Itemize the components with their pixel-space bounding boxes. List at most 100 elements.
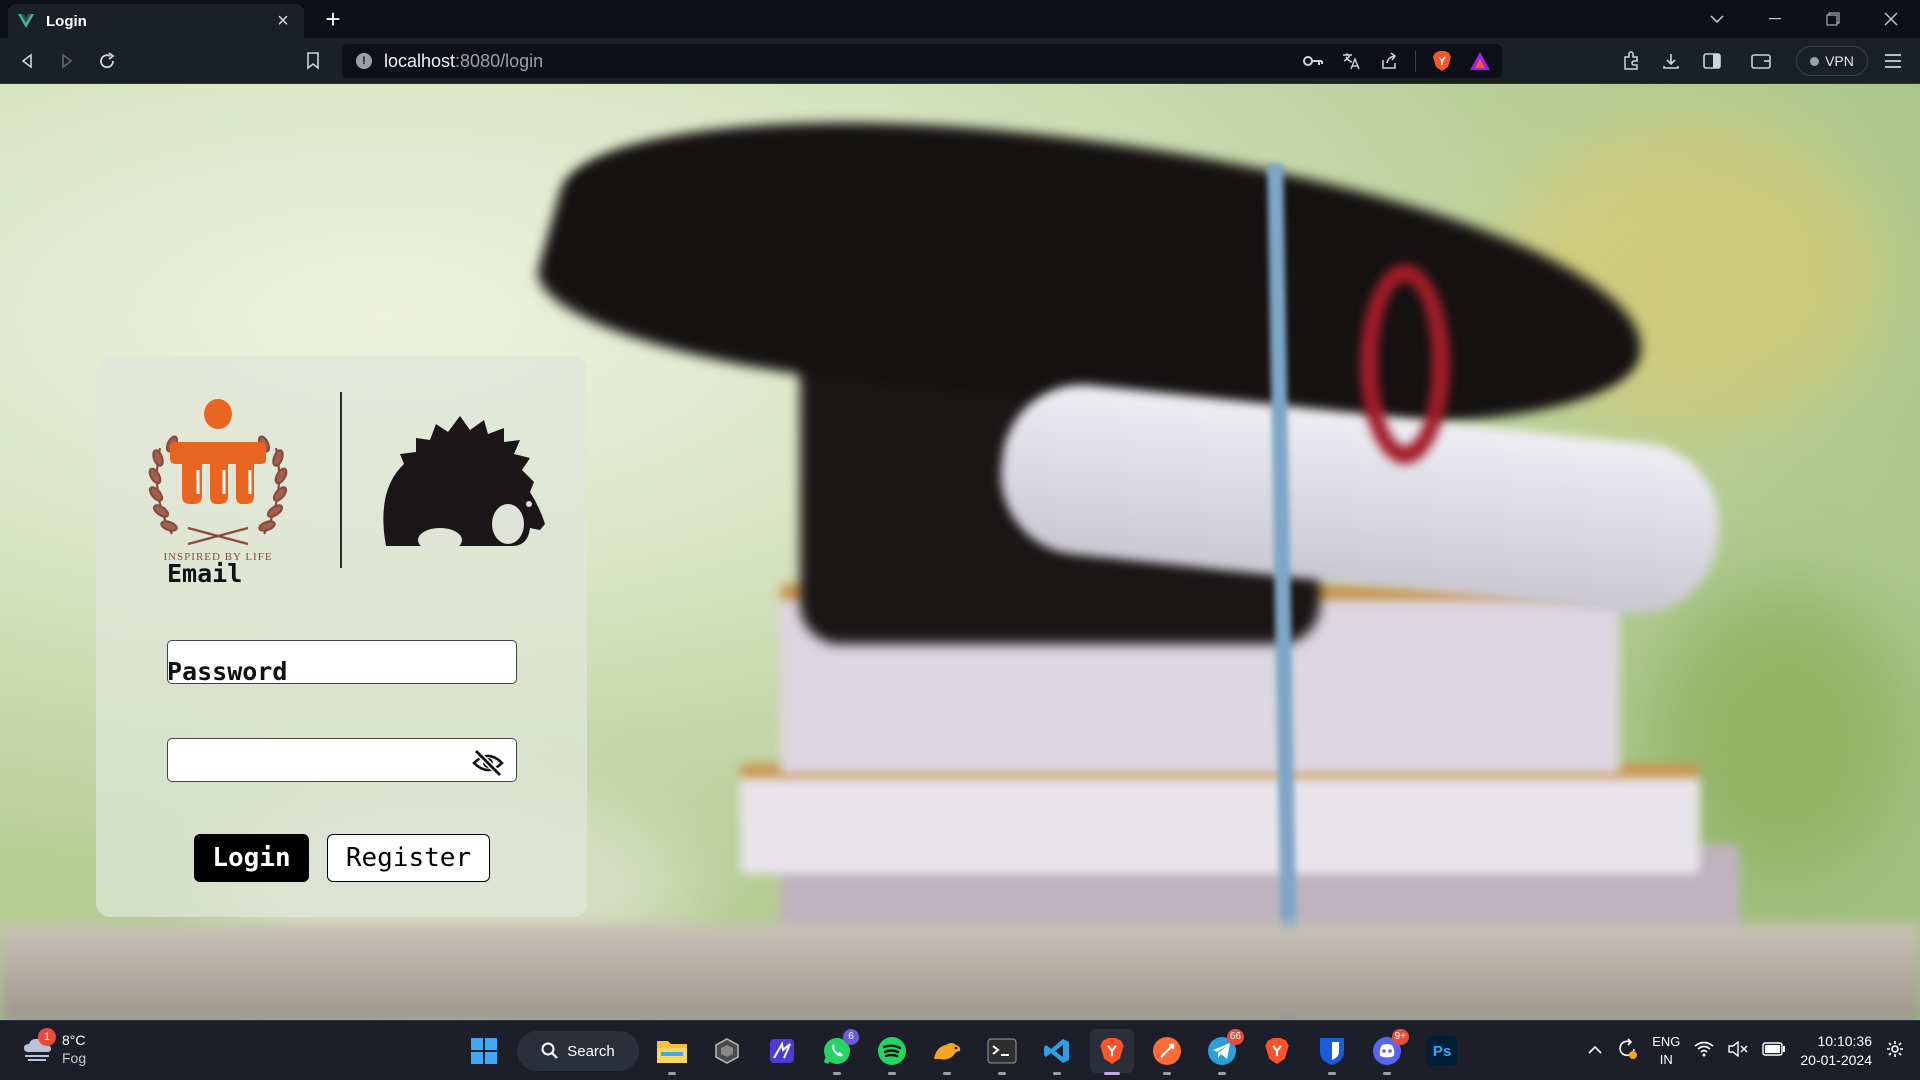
weather-desc: Fog <box>62 1050 87 1066</box>
tab-close-icon[interactable]: × <box>272 10 294 33</box>
weasel-icon[interactable] <box>925 1029 969 1075</box>
password-label: Password <box>167 657 288 686</box>
whatsapp-badge: 6 <box>843 1029 859 1045</box>
vscode-icon[interactable] <box>1035 1029 1079 1075</box>
windows-start-icon[interactable] <box>462 1029 506 1073</box>
search-icon <box>541 1042 559 1059</box>
brave-beta-icon[interactable] <box>1255 1029 1299 1073</box>
toolbar-divider <box>1415 50 1416 72</box>
photoshop-icon[interactable]: Ps <box>1420 1029 1464 1073</box>
download-icon[interactable] <box>1656 46 1686 76</box>
login-page: INSPIRED BY LIFE Email Password Login Re… <box>0 84 1920 1020</box>
vpn-status-dot <box>1810 56 1820 66</box>
running-indicator <box>1218 1072 1226 1075</box>
hedgehog-logo <box>383 416 545 546</box>
brave-rewards-icon[interactable] <box>1468 49 1492 73</box>
key-icon[interactable] <box>1301 49 1325 73</box>
site-info-icon[interactable]: ! <box>356 53 372 69</box>
language-indicator[interactable]: ENG IN <box>1652 1033 1680 1069</box>
new-tab-button[interactable]: + <box>318 4 348 34</box>
whatsapp-icon[interactable]: 6 <box>815 1029 859 1075</box>
wallet-icon[interactable] <box>1746 46 1776 76</box>
photoshop-label: Ps <box>1427 1036 1457 1066</box>
windows-taskbar: 1 8°C Fog Search 6 66 9+ Ps ENG IN 10:10… <box>0 1020 1920 1080</box>
tab-title: Login <box>46 12 87 30</box>
running-indicator <box>668 1072 676 1075</box>
vpn-button[interactable]: VPN <box>1796 46 1868 76</box>
brave-shields-icon[interactable] <box>1430 49 1454 73</box>
translate-icon[interactable] <box>1339 49 1363 73</box>
vpn-label: VPN <box>1825 53 1854 69</box>
taskbar-search[interactable]: Search <box>517 1031 639 1071</box>
weather-temp: 8°C <box>62 1032 86 1048</box>
volume-muted-icon[interactable] <box>1728 1040 1748 1062</box>
running-indicator <box>943 1072 951 1075</box>
forward-icon[interactable] <box>52 46 82 76</box>
running-indicator <box>1163 1072 1171 1075</box>
brave-browser-icon[interactable] <box>1090 1029 1134 1075</box>
minimize-button[interactable] <box>1746 0 1804 38</box>
unity-hub-icon[interactable] <box>705 1029 749 1073</box>
spotify-icon[interactable] <box>870 1029 914 1075</box>
mit-logo: INSPIRED BY LIFE <box>148 399 288 563</box>
vue-icon <box>18 14 34 28</box>
address-bar-actions <box>1301 49 1492 73</box>
clock-date: 20-01-2024 <box>1800 1052 1872 1068</box>
share-icon[interactable] <box>1377 49 1401 73</box>
settings-gear-icon[interactable] <box>1886 1040 1904 1063</box>
system-tray: ENG IN 10:10:36 20-01-2024 <box>1588 1029 1904 1073</box>
running-indicator <box>998 1072 1006 1075</box>
url-host: localhost <box>384 50 456 71</box>
chevron-up-icon[interactable] <box>1588 1042 1602 1060</box>
discord-icon[interactable]: 9+ <box>1365 1029 1409 1075</box>
reload-icon[interactable] <box>92 46 122 76</box>
clock[interactable]: 10:10:36 20-01-2024 <box>1800 1032 1872 1070</box>
password-field[interactable] <box>167 738 517 782</box>
tab-login[interactable]: Login × <box>8 4 304 38</box>
weather-text: 8°C Fog <box>62 1031 86 1067</box>
weather-badge: 1 <box>38 1028 56 1046</box>
terminal-icon[interactable] <box>980 1029 1024 1075</box>
running-indicator <box>1053 1072 1061 1075</box>
restore-button[interactable] <box>1804 0 1862 38</box>
weather-widget[interactable]: 1 8°C Fog <box>22 1028 86 1067</box>
register-button[interactable]: Register <box>327 834 490 882</box>
telegram-badge: 66 <box>1226 1029 1244 1045</box>
wifi-icon[interactable] <box>1694 1041 1714 1062</box>
vscode-insider-icon[interactable] <box>760 1029 804 1073</box>
clock-time: 10:10:36 <box>1817 1033 1873 1049</box>
login-card: INSPIRED BY LIFE Email Password Login Re… <box>96 356 587 917</box>
battery-icon[interactable] <box>1762 1041 1786 1061</box>
browser-tabstrip: Login × + <box>0 0 1920 38</box>
login-button[interactable]: Login <box>194 834 309 882</box>
running-indicator <box>1383 1072 1391 1075</box>
active-indicator <box>1104 1072 1120 1075</box>
bitwarden-icon[interactable] <box>1310 1029 1354 1075</box>
running-indicator <box>888 1072 896 1075</box>
menu-icon[interactable] <box>1878 46 1908 76</box>
close-window-button[interactable] <box>1862 0 1920 38</box>
url-path: :8080/login <box>455 50 544 71</box>
search-label: Search <box>567 1042 615 1060</box>
sync-icon[interactable] <box>1616 1037 1638 1065</box>
address-bar[interactable]: ! localhost:8080/login <box>342 44 1502 78</box>
email-label: Email <box>167 559 243 588</box>
tab-list-chevron-icon[interactable] <box>1688 0 1746 38</box>
extensions-icon[interactable] <box>1616 46 1646 76</box>
lang-top: ENG <box>1652 1034 1681 1049</box>
logo-divider <box>340 392 342 568</box>
running-indicator <box>1328 1072 1336 1075</box>
window-controls <box>1688 0 1920 38</box>
telegram-icon[interactable]: 66 <box>1200 1029 1244 1075</box>
running-indicator <box>833 1072 841 1075</box>
browser-toolbar: ! localhost:8080/login VPN <box>0 38 1920 84</box>
postman-icon[interactable] <box>1145 1029 1189 1075</box>
discord-badge: 9+ <box>1391 1029 1409 1045</box>
file-explorer-icon[interactable] <box>650 1029 694 1075</box>
bookmark-icon[interactable] <box>298 46 328 76</box>
sidebar-icon[interactable] <box>1697 46 1727 76</box>
lang-bottom: IN <box>1659 1052 1673 1067</box>
back-icon[interactable] <box>12 46 42 76</box>
taskbar-apps: Search 6 66 9+ Ps <box>462 1029 1464 1075</box>
toggle-password-visibility-icon[interactable] <box>470 745 506 781</box>
